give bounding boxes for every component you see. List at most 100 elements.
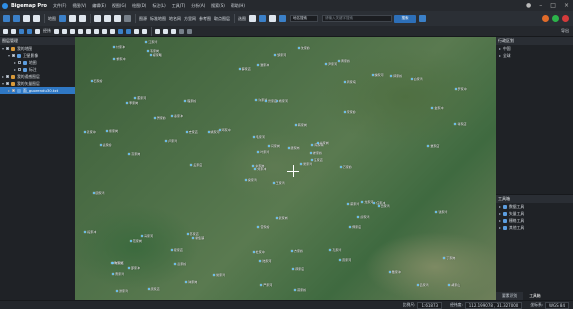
- layer-checkbox[interactable]: [18, 61, 21, 64]
- circle-icon[interactable]: [35, 28, 40, 34]
- map-marker-icon[interactable]: [207, 130, 210, 133]
- map-marker-icon[interactable]: [146, 50, 149, 53]
- text-icon[interactable]: [110, 28, 115, 34]
- merge-icon[interactable]: [142, 28, 147, 34]
- toolbar-label-pick-layer[interactable]: 取点图层: [214, 16, 230, 22]
- menu-item[interactable]: 分析(A): [191, 3, 205, 9]
- map-marker-icon[interactable]: [388, 270, 391, 273]
- picture-icon[interactable]: [259, 15, 266, 22]
- draw-circle-icon[interactable]: [94, 28, 99, 34]
- export-icon[interactable]: [33, 15, 40, 22]
- zoom-out-icon[interactable]: [104, 15, 111, 22]
- pin-icon[interactable]: [54, 28, 59, 34]
- menu-item[interactable]: 标注(L): [152, 3, 165, 9]
- layer-checkbox[interactable]: [12, 89, 15, 92]
- notify-icon[interactable]: [542, 15, 549, 22]
- layer-checkbox[interactable]: [6, 82, 9, 85]
- layer-tree-item[interactable]: ▾ 卫星影像: [0, 52, 75, 59]
- map-marker-icon[interactable]: [343, 80, 346, 83]
- map-marker-icon[interactable]: [147, 288, 150, 291]
- copy-icon[interactable]: [126, 28, 131, 34]
- map-marker-icon[interactable]: [454, 88, 457, 91]
- map-marker-icon[interactable]: [260, 283, 263, 286]
- region-tree-item[interactable]: ▸ 中国: [496, 45, 573, 52]
- map-marker-icon[interactable]: [84, 230, 87, 233]
- map-marker-icon[interactable]: [170, 249, 173, 252]
- map-marker-icon[interactable]: [324, 62, 327, 65]
- map-marker-icon[interactable]: [255, 99, 258, 102]
- scale-value[interactable]: 1:61873: [417, 301, 443, 309]
- map-marker-icon[interactable]: [257, 63, 260, 66]
- map-marker-icon[interactable]: [185, 281, 188, 284]
- tab-feature-identify[interactable]: 要素识别: [496, 292, 524, 300]
- map-marker-icon[interactable]: [339, 259, 342, 262]
- line-icon[interactable]: [79, 15, 86, 22]
- map-marker-icon[interactable]: [238, 68, 241, 71]
- cs-value[interactable]: WGS 84: [545, 301, 569, 309]
- map-marker-icon[interactable]: [410, 77, 413, 80]
- map-marker-icon[interactable]: [338, 60, 341, 63]
- map-marker-icon[interactable]: [287, 146, 290, 149]
- export-button[interactable]: 导出: [561, 28, 569, 34]
- map-marker-icon[interactable]: [192, 237, 195, 240]
- map-marker-icon[interactable]: [134, 97, 137, 100]
- search-input[interactable]: 请输入关键字搜索: [322, 15, 392, 22]
- tool-tree-item[interactable]: ▸ 栅格工具: [496, 217, 573, 224]
- map-marker-icon[interactable]: [274, 54, 277, 57]
- map-marker-icon[interactable]: [310, 151, 313, 154]
- menu-item[interactable]: 文件(F): [53, 3, 66, 9]
- map-marker-icon[interactable]: [343, 111, 346, 114]
- tool-tree-item[interactable]: ▸ 数据工具: [496, 203, 573, 210]
- menu-item[interactable]: 视图(G): [112, 3, 126, 9]
- toolbar-label-reference[interactable]: 参考图: [199, 16, 211, 22]
- map-marker-icon[interactable]: [128, 152, 131, 155]
- polygon-icon[interactable]: [27, 28, 32, 34]
- cursor-icon[interactable]: [11, 28, 16, 34]
- map-marker-icon[interactable]: [128, 266, 131, 269]
- help-icon[interactable]: [562, 15, 569, 22]
- menu-item[interactable]: 工具(T): [172, 3, 186, 9]
- map-marker-icon[interactable]: [112, 46, 115, 49]
- map-marker-icon[interactable]: [377, 204, 380, 207]
- map-marker-icon[interactable]: [99, 144, 102, 147]
- map-marker-icon[interactable]: [294, 289, 297, 292]
- map-marker-icon[interactable]: [171, 115, 174, 118]
- map-marker-icon[interactable]: [349, 226, 352, 229]
- layer-checkbox[interactable]: [6, 47, 9, 50]
- draw-polygon-icon[interactable]: [86, 28, 91, 34]
- map-marker-icon[interactable]: [339, 166, 342, 169]
- map-marker-icon[interactable]: [292, 268, 295, 271]
- map-marker-icon[interactable]: [111, 262, 114, 265]
- map-marker-icon[interactable]: [141, 234, 144, 237]
- map-marker-icon[interactable]: [300, 163, 303, 166]
- map-marker-icon[interactable]: [153, 117, 156, 120]
- map-marker-icon[interactable]: [390, 75, 393, 78]
- map-marker-icon[interactable]: [252, 251, 255, 254]
- measure-icon[interactable]: [279, 15, 286, 22]
- layer-checkbox[interactable]: [12, 54, 15, 57]
- map-marker-icon[interactable]: [272, 181, 275, 184]
- shape-icon[interactable]: [19, 28, 24, 34]
- undo-icon[interactable]: [155, 28, 160, 34]
- close-icon[interactable]: ×: [564, 2, 569, 9]
- map-marker-icon[interactable]: [185, 131, 188, 134]
- map-marker-icon[interactable]: [92, 191, 95, 194]
- maximize-icon[interactable]: □: [550, 2, 556, 9]
- map-marker-icon[interactable]: [257, 151, 260, 154]
- menu-item[interactable]: 编辑(E): [92, 3, 106, 9]
- minimize-icon[interactable]: –: [539, 2, 542, 9]
- person-icon[interactable]: [249, 15, 256, 22]
- folder-icon[interactable]: [3, 15, 10, 22]
- map-marker-icon[interactable]: [310, 158, 313, 161]
- layer-tree-item[interactable]: ▸ 面_guorendu30.txt: [0, 87, 75, 94]
- map-marker-icon[interactable]: [294, 123, 297, 126]
- layer-checkbox[interactable]: [6, 75, 9, 78]
- menu-item[interactable]: 搜索(S): [211, 3, 225, 9]
- map-marker-icon[interactable]: [275, 217, 278, 220]
- map-marker-icon[interactable]: [448, 284, 451, 287]
- import-icon[interactable]: [23, 15, 30, 22]
- map-marker-icon[interactable]: [213, 274, 216, 277]
- map-marker-icon[interactable]: [126, 102, 129, 105]
- menu-item[interactable]: 绘图(D): [132, 3, 146, 9]
- map-marker-icon[interactable]: [373, 201, 376, 204]
